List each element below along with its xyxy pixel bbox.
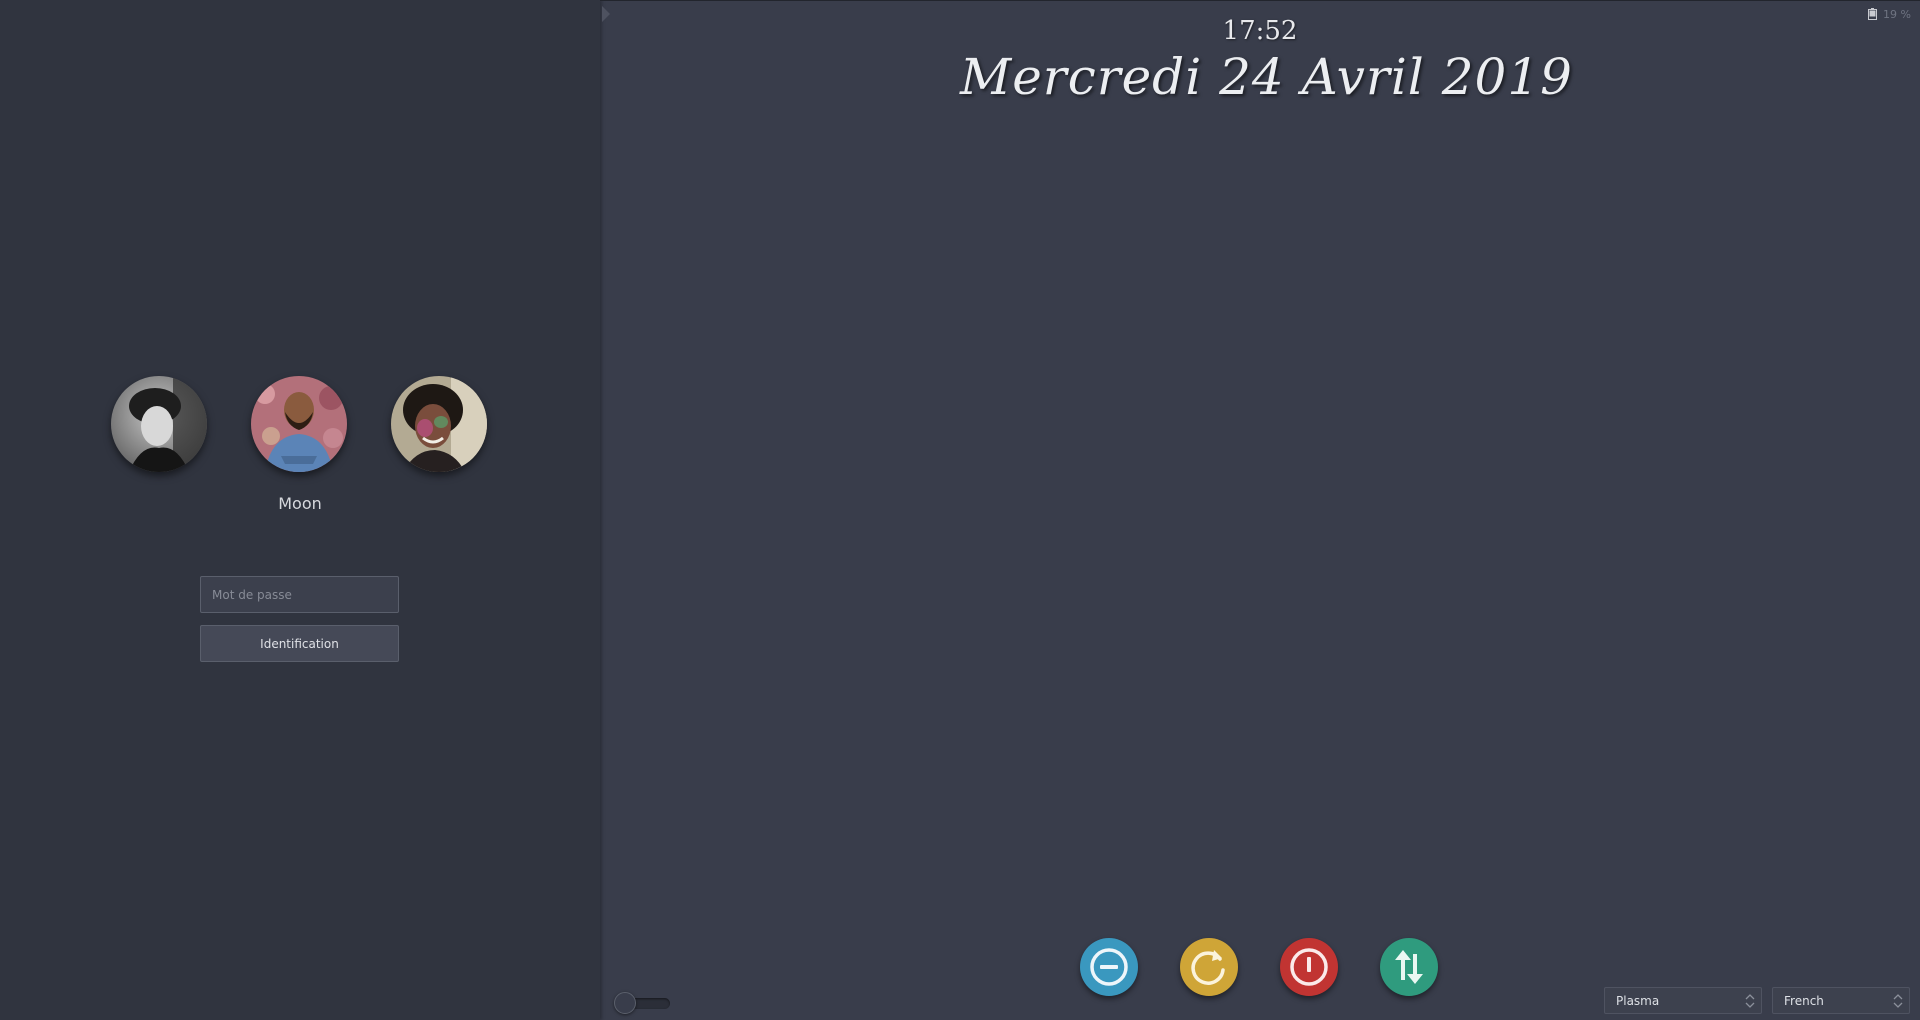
user-avatar-3[interactable] — [391, 376, 487, 472]
virtual-keyboard-toggle[interactable] — [614, 992, 670, 1014]
password-input[interactable] — [200, 576, 399, 613]
language-value: French — [1784, 993, 1824, 1008]
reboot-button[interactable] — [1180, 938, 1238, 996]
reboot-icon — [1191, 950, 1225, 985]
user-avatar-1[interactable] — [111, 376, 207, 472]
login-screen: Moon Identification 17:52 Mercredi 24 Av… — [0, 0, 1920, 1020]
selected-username: Moon — [278, 494, 322, 513]
suspend-icon — [1090, 948, 1128, 986]
suspend-button[interactable] — [1080, 938, 1138, 996]
battery-indicator: 19 % — [1868, 6, 1911, 22]
chevron-up-down-icon — [1893, 994, 1903, 1008]
clock-date: Mercredi 24 Avril 2019 — [960, 48, 1573, 106]
switch-user-button[interactable] — [1380, 938, 1438, 996]
power-actions — [1080, 938, 1440, 998]
user-avatar-list — [0, 376, 600, 476]
keyboard-layout-select[interactable]: French — [1772, 987, 1910, 1014]
login-button[interactable]: Identification — [200, 625, 399, 662]
battery-percent: 19 % — [1883, 7, 1911, 21]
chevron-up-down-icon — [1745, 994, 1755, 1008]
session-value: Plasma — [1616, 993, 1660, 1008]
shutdown-icon — [1290, 948, 1328, 986]
battery-icon — [1868, 8, 1877, 20]
clock-time: 17:52 — [1222, 16, 1298, 46]
login-side-panel: Moon Identification — [0, 0, 600, 1020]
switch-user-icon — [1395, 950, 1423, 984]
top-divider — [600, 0, 1920, 1]
user-avatar-2[interactable] — [251, 376, 347, 472]
collapse-panel-icon[interactable] — [600, 4, 612, 24]
shutdown-button[interactable] — [1280, 938, 1338, 996]
session-select[interactable]: Plasma — [1604, 987, 1762, 1014]
toggle-knob — [614, 992, 636, 1014]
